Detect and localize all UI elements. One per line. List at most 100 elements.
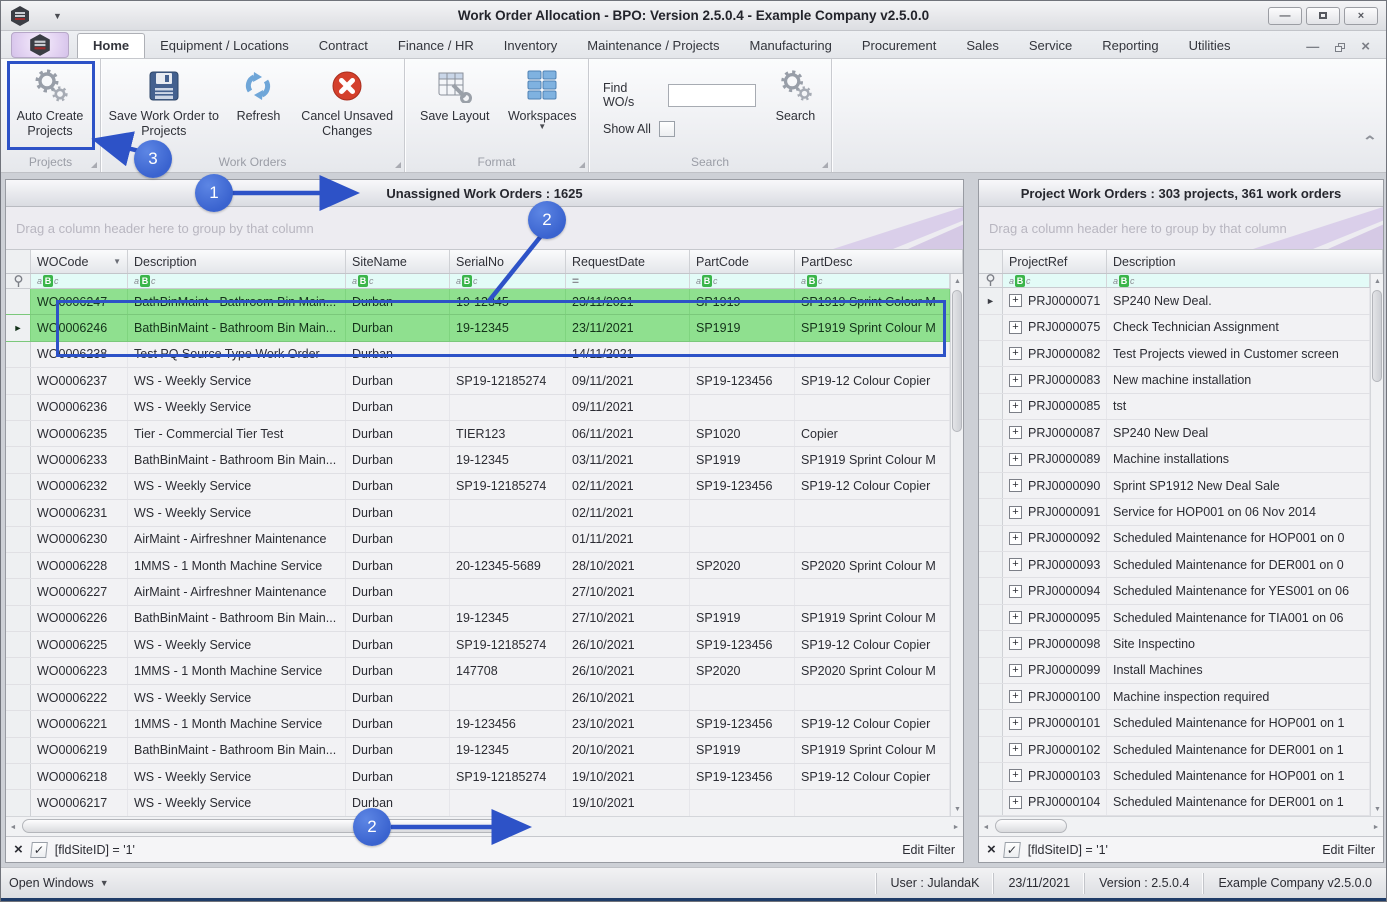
filter-cell[interactable]: = [566, 274, 690, 288]
table-row[interactable]: WO0006219 BathBinMaint - Bathroom Bin Mai… [6, 737, 950, 765]
filter-cell[interactable]: aBc [128, 274, 346, 288]
filter-cell[interactable]: aBc [690, 274, 795, 288]
expand-button[interactable]: + [1009, 663, 1022, 677]
edit-filter-link[interactable]: Edit Filter [1322, 843, 1375, 857]
table-row[interactable]: WO0006217 WS - Weekly Service Durban 19/10/… [6, 790, 950, 816]
expand-button[interactable]: + [1009, 531, 1022, 545]
table-row[interactable]: + PRJ0000087 SP240 New Deal [979, 420, 1370, 447]
tab-procurement[interactable]: Procurement [847, 34, 951, 58]
scroll-down-icon[interactable]: ▼ [951, 802, 963, 816]
table-row[interactable]: + PRJ0000100 Machine inspection required [979, 684, 1370, 711]
expand-button[interactable]: + [1009, 479, 1022, 493]
find-wo-input[interactable] [667, 83, 756, 107]
table-row[interactable]: + PRJ0000091 Service for HOP001 on 06 Nov … [979, 499, 1370, 526]
table-row[interactable]: + PRJ0000098 Site Inspectino [979, 631, 1370, 658]
open-windows-button[interactable]: Open Windows ▼ [1, 876, 109, 890]
table-row[interactable]: WO0006230 AirMaint - Airfreshner Maintena… [6, 526, 950, 553]
filter-cell[interactable]: aBc [1107, 274, 1370, 288]
expand-button[interactable]: + [1009, 505, 1022, 519]
filter-cell[interactable]: aBc [31, 274, 128, 288]
table-row[interactable]: + PRJ0000102 Scheduled Maintenance for DER… [979, 736, 1370, 764]
scroll-up-icon[interactable]: ▲ [951, 274, 963, 288]
table-row[interactable]: WO0006236 WS - Weekly Service Durban 09/11/… [6, 394, 950, 421]
tab-service[interactable]: Service [1014, 34, 1087, 58]
table-row[interactable]: WO0006226 BathBinMaint - Bathroom Bin Mai… [6, 605, 950, 633]
auto-create-projects-button[interactable]: Auto Create Projects [5, 62, 95, 154]
column-header-partdesc[interactable]: PartDesc [795, 250, 963, 273]
expand-button[interactable]: + [1009, 769, 1022, 783]
scroll-left-icon[interactable]: ◄ [979, 817, 993, 837]
cancel-unsaved-changes-button[interactable]: Cancel Unsaved Changes [294, 62, 400, 154]
filter-dropdown-icon[interactable]: ▼ [113, 257, 121, 266]
tab-finance-hr[interactable]: Finance / HR [383, 34, 489, 58]
table-row[interactable]: + PRJ0000082 Test Projects viewed in Custo… [979, 340, 1370, 368]
table-row[interactable]: ► WO0006246 BathBinMaint - Bathroom Bin Ma… [6, 315, 950, 342]
expand-button[interactable]: + [1009, 558, 1022, 572]
tab-inventory[interactable]: Inventory [489, 34, 572, 58]
filter-cell[interactable]: aBc [346, 274, 450, 288]
table-row[interactable]: ► + PRJ0000071 SP240 New Deal. [979, 288, 1370, 315]
mdi-restore-button[interactable] [1335, 42, 1346, 52]
filter-enabled-checkbox[interactable]: ✓ [29, 841, 48, 858]
tab-contract[interactable]: Contract [304, 34, 383, 58]
expand-button[interactable]: + [1009, 294, 1022, 308]
table-row[interactable]: WO0006228 1MMS - 1 Month Machine Service D… [6, 552, 950, 580]
table-row[interactable]: + PRJ0000095 Scheduled Maintenance for TIA… [979, 604, 1370, 632]
table-row[interactable]: WO0006227 AirMaint - Airfreshner Maintena… [6, 579, 950, 606]
table-row[interactable]: WO0006231 WS - Weekly Service Durban 02/11/… [6, 500, 950, 527]
show-all-checkbox[interactable] [658, 121, 675, 137]
scroll-right-icon[interactable]: ► [949, 817, 963, 837]
vertical-scrollbar[interactable]: ▲ ▼ [1370, 274, 1383, 816]
column-header-sitename[interactable]: SiteName [346, 250, 450, 273]
scroll-right-icon[interactable]: ► [1369, 817, 1383, 837]
table-row[interactable]: + PRJ0000094 Scheduled Maintenance for YES… [979, 578, 1370, 605]
table-row[interactable]: + PRJ0000085 tst [979, 393, 1370, 421]
scrollbar-thumb[interactable] [995, 819, 1067, 833]
filter-cell[interactable]: aBc [795, 274, 950, 288]
save-layout-button[interactable]: Save Layout [409, 62, 500, 154]
column-header-description[interactable]: Description [1107, 250, 1383, 273]
expand-button[interactable]: + [1009, 426, 1022, 440]
dialog-launcher-icon[interactable] [822, 162, 828, 168]
table-row[interactable]: + PRJ0000083 New machine installation [979, 367, 1370, 394]
table-row[interactable]: + PRJ0000099 Install Machines [979, 657, 1370, 685]
pushpin-icon[interactable] [979, 274, 1003, 288]
mdi-minimize-button[interactable]: — [1306, 40, 1319, 53]
workspaces-button[interactable]: Workspaces ▼ [500, 62, 584, 154]
horizontal-scrollbar[interactable]: ◄ ► [979, 816, 1383, 836]
group-by-bar[interactable]: Drag a column header here to group by th… [6, 207, 963, 250]
table-row[interactable]: WO0006237 WS - Weekly Service Durban SP19-1… [6, 368, 950, 395]
dialog-launcher-icon[interactable] [91, 162, 97, 168]
maximize-button[interactable] [1306, 6, 1340, 25]
table-row[interactable]: + PRJ0000093 Scheduled Maintenance for DER… [979, 552, 1370, 579]
filter-enabled-checkbox[interactable]: ✓ [1002, 841, 1021, 858]
expand-button[interactable]: + [1009, 347, 1022, 361]
dialog-launcher-icon[interactable] [579, 162, 585, 168]
search-button[interactable]: Search [764, 62, 827, 154]
scroll-up-icon[interactable]: ▲ [1371, 274, 1383, 288]
edit-filter-link[interactable]: Edit Filter [902, 843, 955, 857]
tab-reporting[interactable]: Reporting [1087, 34, 1173, 58]
horizontal-scrollbar[interactable]: ◄ ► [6, 816, 963, 836]
expand-button[interactable]: + [1009, 795, 1022, 809]
table-row[interactable]: WO0006221 1MMS - 1 Month Machine Service D… [6, 711, 950, 738]
table-row[interactable]: WO0006222 WS - Weekly Service Durban 26/10/… [6, 684, 950, 712]
tab-equipment-locations[interactable]: Equipment / Locations [145, 34, 304, 58]
column-header-description[interactable]: Description [128, 250, 346, 273]
expand-button[interactable]: + [1009, 320, 1022, 334]
scrollbar-thumb[interactable] [22, 819, 500, 833]
column-header-projectref[interactable]: ProjectRef [1003, 250, 1107, 273]
table-row[interactable]: WO0006225 WS - Weekly Service Durban SP19-1… [6, 632, 950, 659]
pushpin-icon[interactable] [6, 274, 31, 288]
vertical-scrollbar[interactable]: ▲ ▼ [950, 274, 963, 816]
column-header-partcode[interactable]: PartCode [690, 250, 795, 273]
minimize-button[interactable]: — [1268, 6, 1302, 25]
table-row[interactable]: WO0006233 BathBinMaint - Bathroom Bin Mai… [6, 447, 950, 474]
column-header-requestdate[interactable]: RequestDate [566, 250, 690, 273]
remove-filter-icon[interactable]: × [14, 842, 23, 857]
refresh-button[interactable]: Refresh [223, 62, 295, 154]
expand-button[interactable]: + [1009, 716, 1022, 730]
column-header-serialno[interactable]: SerialNo [450, 250, 566, 273]
table-row[interactable]: + PRJ0000089 Machine installations [979, 446, 1370, 473]
tab-maintenance-projects[interactable]: Maintenance / Projects [572, 34, 734, 58]
